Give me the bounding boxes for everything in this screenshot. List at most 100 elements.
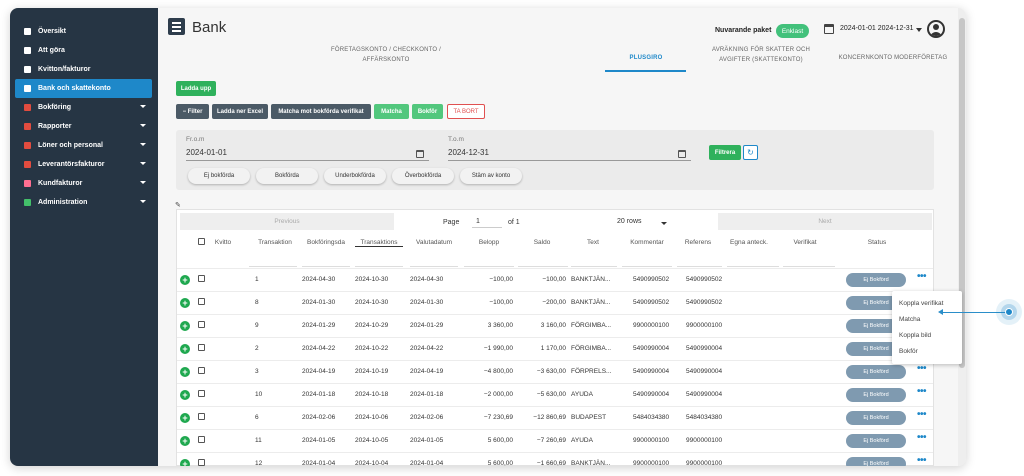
tab-koncernkonto[interactable]: KONCERNKONTO MODERFÖRETAG (828, 53, 958, 63)
sidebar-item-4[interactable]: Bokföring (15, 98, 152, 117)
table-row[interactable]: +10 2024-01-18 2024-10-18 2024-01-18 −2 000,… (177, 383, 933, 406)
col-verifikat[interactable]: Verifikat (785, 239, 825, 246)
filter-button[interactable]: − Filter (176, 104, 209, 119)
row-checkbox[interactable] (198, 436, 205, 443)
add-icon[interactable]: + (180, 367, 190, 377)
row-checkbox[interactable] (198, 390, 205, 397)
row-checkbox[interactable] (198, 367, 205, 374)
more-options-icon[interactable]: ••• (917, 432, 927, 443)
add-icon[interactable]: + (180, 390, 190, 400)
excel-download-button[interactable]: Ladda ner Excel (212, 104, 268, 119)
page-number-input[interactable]: 1 (472, 215, 502, 228)
table-row[interactable]: +6 2024-02-06 2024-10-06 2024-02-06 −7 230,6… (177, 406, 933, 429)
status-badge[interactable]: Ej Bokförd (846, 273, 906, 287)
col-belopp[interactable]: Belopp (469, 239, 509, 246)
status-badge[interactable]: Ej Bokförd (846, 411, 906, 425)
sidebar-item-6[interactable]: Löner och personal (15, 136, 152, 155)
sidebar-item-5[interactable]: Rapporter (15, 117, 152, 136)
edit-icon[interactable]: ✎ (175, 201, 181, 209)
menu-item-bokfor[interactable]: Bokför (899, 348, 918, 355)
col-kvitto[interactable]: Kvitto (209, 239, 237, 246)
col-text[interactable]: Text (573, 239, 613, 246)
menu-item-koppla-verifikat[interactable]: Koppla verifikat (899, 300, 943, 307)
more-options-icon[interactable]: ••• (917, 386, 927, 397)
col-transaktion[interactable]: Transaktion (255, 239, 295, 246)
filter-input[interactable] (727, 253, 779, 267)
apply-filter-button[interactable]: Filtrera (709, 145, 741, 160)
match-verifikat-button[interactable]: Matcha mot bokförda verifikat (271, 104, 371, 119)
row-checkbox[interactable] (198, 298, 205, 305)
table-row[interactable]: +11 2024-01-05 2024-10-05 2024-01-05 5 600,0… (177, 429, 933, 452)
add-icon[interactable]: + (180, 436, 190, 446)
add-icon[interactable]: + (180, 298, 190, 308)
filter-input[interactable] (249, 253, 297, 267)
more-options-icon[interactable]: ••• (917, 271, 927, 282)
row-checkbox[interactable] (198, 459, 205, 466)
package-badge[interactable]: Enklast (776, 24, 809, 38)
sidebar-item-9[interactable]: Administration (15, 193, 152, 212)
table-row[interactable]: +8 2024-01-30 2024-10-30 2024-01-30 −100,00 −… (177, 291, 933, 314)
table-row[interactable]: +2 2024-04-22 2024-10-22 2024-04-22 −1 990,0… (177, 337, 933, 360)
sidebar-item-7[interactable]: Leverantörsfakturor (15, 155, 152, 174)
filter-input[interactable] (518, 253, 568, 267)
sidebar-item-3[interactable]: Bank och skattekonto (15, 79, 152, 98)
calendar-icon[interactable] (678, 150, 686, 158)
status-badge[interactable]: Ej Bokförd (846, 365, 906, 379)
filter-input[interactable] (410, 253, 458, 267)
table-row[interactable]: +3 2024-04-19 2024-10-19 2024-04-19 −4 800,0… (177, 360, 933, 383)
row-checkbox[interactable] (198, 275, 205, 282)
more-options-icon[interactable]: ••• (917, 455, 927, 466)
menu-item-koppla-bild[interactable]: Koppla bild (899, 332, 931, 339)
calendar-icon[interactable] (416, 150, 424, 158)
book-button[interactable]: Bokför (412, 104, 443, 119)
col-valutadatum[interactable]: Valutadatum (410, 239, 458, 246)
sidebar-item-2[interactable]: Kvitton/fakturor (15, 60, 152, 79)
more-options-icon[interactable]: ••• (917, 363, 927, 374)
sidebar-item-8[interactable]: Kundfakturor (15, 174, 152, 193)
status-badge[interactable]: Ej Bokförd (846, 388, 906, 402)
tab-foretagskonto[interactable]: FÖRETAGSKONTO / CHECKKONTO / AFFÄRSKONTO (326, 45, 446, 65)
filter-input[interactable] (355, 253, 403, 267)
refresh-icon[interactable]: ↻ (743, 145, 758, 160)
row-checkbox[interactable] (198, 321, 205, 328)
delete-button[interactable]: TA BORT (447, 104, 485, 119)
match-button[interactable]: Matcha (374, 104, 409, 119)
previous-page-button[interactable]: Previous (180, 213, 394, 230)
filter-input[interactable] (622, 253, 672, 267)
col-status[interactable]: Status (857, 239, 897, 246)
fiscal-year-select[interactable]: 2024-01-01 2024-12-31 (840, 25, 914, 32)
add-icon[interactable]: + (180, 344, 190, 354)
sidebar-item-1[interactable]: Att göra (15, 41, 152, 60)
scrollbar[interactable] (958, 8, 966, 466)
from-date-input[interactable]: 2024-01-01 (186, 148, 227, 157)
table-row[interactable]: +9 2024-01-29 2024-10-29 2024-01-29 3 360,00… (177, 314, 933, 337)
filter-input[interactable] (464, 253, 514, 267)
tab-plusgiro[interactable]: PLUSGIRO (621, 53, 671, 63)
more-options-icon[interactable]: ••• (917, 409, 927, 420)
add-icon[interactable]: + (180, 413, 190, 423)
col-bokforingsdatum[interactable]: Bokföringsda (302, 239, 350, 246)
filter-input[interactable] (302, 253, 350, 267)
table-row[interactable]: +12 2024-01-04 2024-10-04 2024-01-04 5 600,0… (177, 452, 933, 466)
tab-skattekonto[interactable]: AVRÄKNING FÖR SKATTER OCH AVGIFTER (SKAT… (701, 45, 821, 65)
user-avatar-icon[interactable] (927, 20, 945, 38)
col-saldo[interactable]: Saldo (522, 239, 562, 246)
to-date-input[interactable]: 2024-12-31 (448, 148, 489, 157)
upload-button[interactable]: Ladda upp (176, 81, 216, 96)
filter-input[interactable] (571, 253, 617, 267)
menu-item-matcha[interactable]: Matcha (899, 316, 920, 323)
add-icon[interactable]: + (180, 275, 190, 285)
next-page-button[interactable]: Next (718, 213, 932, 230)
add-icon[interactable]: + (180, 321, 190, 331)
sidebar-item-0[interactable]: Översikt (15, 22, 152, 41)
row-checkbox[interactable] (198, 344, 205, 351)
table-row[interactable]: +1 2024-04-30 2024-10-30 2024-04-30 −100,00 −… (177, 268, 933, 291)
col-referens[interactable]: Referens (678, 239, 718, 246)
status-badge[interactable]: Ej Bokförd (846, 434, 906, 448)
menu-toggle-button[interactable] (168, 18, 185, 35)
rows-per-page-select[interactable]: 20 rows (617, 215, 667, 228)
col-egna-anteckningar[interactable]: Egna anteck. (725, 239, 773, 246)
chip-ej-bokforda[interactable]: Ej bokförda (188, 168, 250, 184)
col-transaktionsdatum[interactable]: Transaktions (355, 239, 403, 247)
status-badge[interactable]: Ej Bokförd (846, 457, 906, 466)
